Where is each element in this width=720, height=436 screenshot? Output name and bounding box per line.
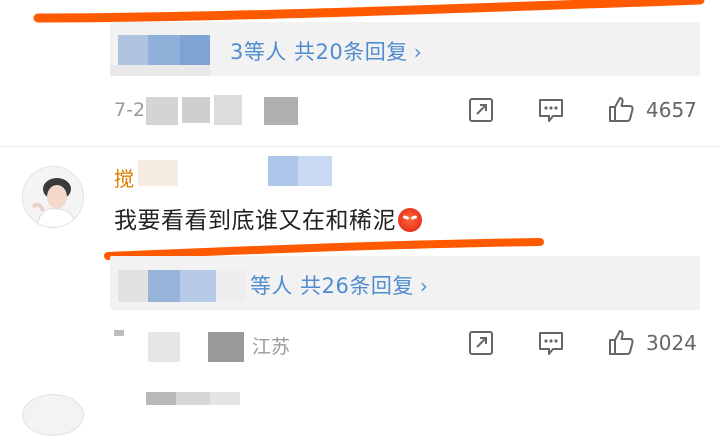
avatar[interactable] — [22, 394, 84, 436]
comment-text: 我要看看到底谁又在和稀泥 — [114, 201, 422, 235]
blurred-avatars — [118, 270, 248, 304]
username[interactable]: 搅 — [114, 163, 134, 192]
angry-face-emoji — [398, 208, 422, 232]
chevron-right-icon: › — [413, 40, 423, 64]
blurred-username — [138, 156, 332, 188]
reply-count-link[interactable]: 3等人 共20条回复 › — [230, 36, 422, 66]
reply-summary-bar[interactable]: 3等人 共20条回复 › — [110, 22, 700, 76]
chevron-right-icon: › — [419, 274, 429, 298]
comment-timestamp: 7-2 — [114, 99, 146, 121]
share-icon[interactable] — [466, 328, 496, 358]
comment-icon[interactable] — [536, 328, 566, 358]
reply-count-link[interactable]: 等人 共26条回复 › — [250, 270, 428, 300]
blurred-username — [146, 392, 240, 405]
blurred-meta-block — [114, 330, 244, 364]
comment-icon[interactable] — [536, 95, 566, 125]
divider — [0, 146, 720, 147]
avatar[interactable] — [22, 166, 84, 228]
like-icon[interactable] — [606, 327, 636, 357]
blurred-meta-block — [146, 95, 298, 127]
comment-location: 江苏 — [252, 336, 291, 358]
share-icon[interactable] — [466, 95, 496, 125]
blurred-avatars — [118, 35, 210, 65]
reply-summary-bar[interactable]: 等人 共26条回复 › — [110, 256, 700, 310]
like-count: 4657 — [646, 98, 697, 122]
blurred-block — [110, 65, 210, 76]
like-icon[interactable] — [606, 94, 636, 124]
like-count: 3024 — [646, 331, 697, 355]
